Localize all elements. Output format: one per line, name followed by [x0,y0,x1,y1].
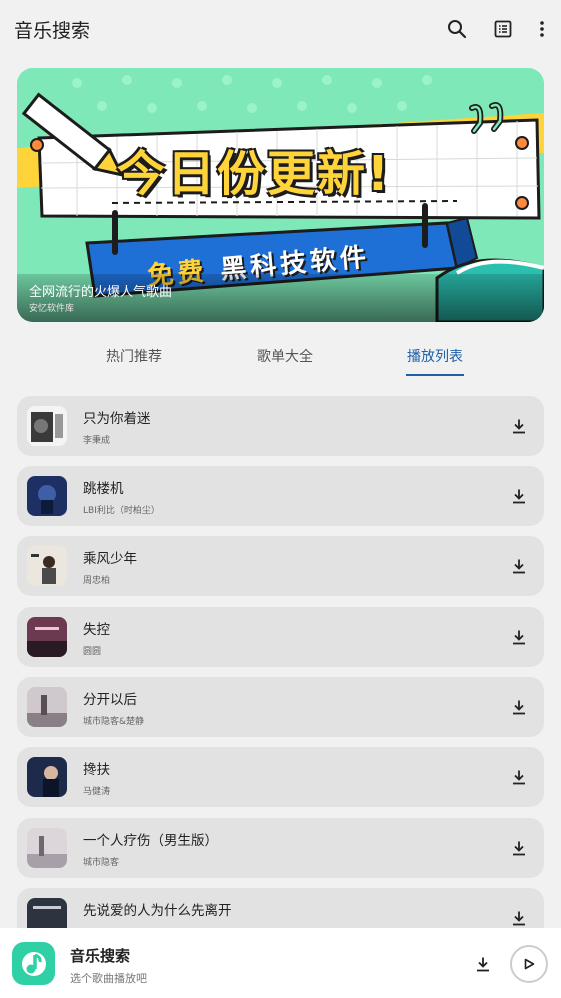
song-list-item[interactable]: 只为你着迷 李秉成 [17,396,544,456]
app-title: 音乐搜索 [14,20,91,42]
mini-player[interactable]: 音乐搜索 选个歌曲播放吧 [0,928,561,998]
play-button[interactable] [510,945,548,983]
banner-caption: 全网流行的火爆人气歌曲 安忆软件库 [17,274,544,322]
play-icon [524,958,535,970]
tab-hot-recommend[interactable]: 热门推荐 [106,346,162,366]
album-cover [27,546,67,586]
album-cover [27,898,67,928]
song-title: 失控 [83,622,110,638]
song-artist: LBI利比（时柏尘） [83,506,160,516]
album-cover [27,687,67,727]
tab-bar: 热门推荐 歌单大全 播放列表 [0,340,561,380]
song-title: 搀扶 [83,762,110,778]
album-cover [27,476,67,516]
song-title: 只为你着迷 [83,411,151,427]
player-title: 音乐搜索 [70,947,131,965]
download-icon[interactable] [508,766,530,788]
download-icon[interactable] [508,555,530,577]
list-view-icon[interactable] [488,14,518,44]
download-icon[interactable] [508,626,530,648]
player-subtitle: 选个歌曲播放吧 [70,972,147,985]
player-download-icon[interactable] [472,953,494,975]
song-list-item[interactable]: 分开以后 城市隐客&楚静 [17,677,544,737]
song-title: 分开以后 [83,692,137,708]
download-icon[interactable] [508,907,530,928]
app-root: 音乐搜索 今日份更新! 黑科技软件 全网流行的火爆人气歌曲 安忆软件库 热门推荐… [0,0,561,998]
download-icon[interactable] [508,485,530,507]
song-artist: 周忠柏 [83,576,111,586]
song-title: 先说爱的人为什么先离开 [83,903,232,919]
song-list-item[interactable]: 一个人疗伤（男生版） 城市隐客 [17,818,544,878]
song-list-item[interactable]: 乘风少年 周忠柏 [17,536,544,596]
banner-headline: 今日份更新! [117,146,391,202]
song-list-item[interactable]: 搀扶 马健涛 [17,747,544,807]
album-cover [27,617,67,657]
tab-indicator [406,374,464,376]
download-icon[interactable] [508,415,530,437]
download-icon[interactable] [508,696,530,718]
album-cover [27,406,67,446]
song-title: 跳楼机 [83,481,124,497]
song-artist: 马健涛 [83,787,111,797]
app-logo-icon [12,942,55,985]
album-cover [27,757,67,797]
song-artist: 城市隐客 [83,858,120,868]
banner-caption-title: 全网流行的火爆人气歌曲 [29,285,173,300]
tab-play-queue[interactable]: 播放列表 [407,346,463,366]
song-title: 一个人疗伤（男生版） [83,833,218,849]
top-app-bar: 音乐搜索 [0,0,561,58]
song-artist: 李秉成 [83,436,111,446]
song-list-item[interactable]: 先说爱的人为什么先离开 [17,888,544,928]
song-list-item[interactable]: 跳楼机 LBI利比（时柏尘） [17,466,544,526]
banner-caption-subtitle: 安忆软件库 [29,304,75,314]
song-list-item[interactable]: 失控 圆圆 [17,607,544,667]
album-cover [27,828,67,868]
tab-playlists[interactable]: 歌单大全 [257,346,313,366]
download-icon[interactable] [508,837,530,859]
more-vertical-icon[interactable] [527,14,557,44]
featured-banner[interactable]: 今日份更新! 免费 黑科技软件 全网流行的火爆人气歌曲 安忆软件库 [17,68,544,322]
song-list[interactable]: 只为你着迷 李秉成 跳楼机 LBI利比（时柏尘） 乘风少年 周忠柏 失控 圆圆 … [17,396,544,928]
song-title: 乘风少年 [83,551,137,567]
song-artist: 圆圆 [83,647,102,657]
search-icon[interactable] [442,14,472,44]
song-artist: 城市隐客&楚静 [83,717,145,727]
